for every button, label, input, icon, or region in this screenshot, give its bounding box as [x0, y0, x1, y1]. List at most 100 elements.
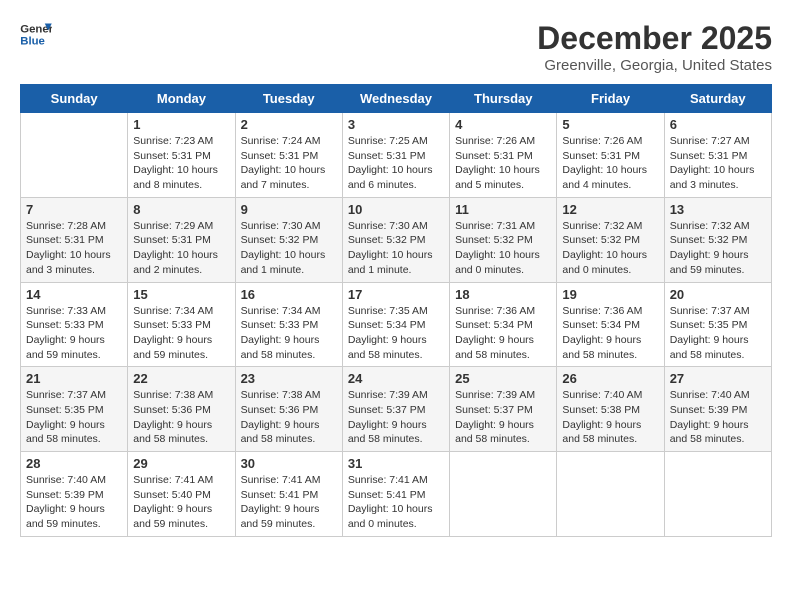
day-number: 2 [241, 117, 337, 132]
day-cell: 8 Sunrise: 7:29 AMSunset: 5:31 PMDaylight… [128, 197, 235, 282]
day-info: Sunrise: 7:26 AMSunset: 5:31 PMDaylight:… [562, 134, 658, 193]
day-cell: 5 Sunrise: 7:26 AMSunset: 5:31 PMDaylight… [557, 113, 664, 198]
day-info: Sunrise: 7:39 AMSunset: 5:37 PMDaylight:… [455, 388, 551, 447]
weekday-sunday: Sunday [21, 85, 128, 113]
day-info: Sunrise: 7:40 AMSunset: 5:39 PMDaylight:… [26, 473, 122, 532]
day-info: Sunrise: 7:41 AMSunset: 5:41 PMDaylight:… [348, 473, 444, 532]
day-info: Sunrise: 7:40 AMSunset: 5:38 PMDaylight:… [562, 388, 658, 447]
day-number: 25 [455, 371, 551, 386]
day-cell: 4 Sunrise: 7:26 AMSunset: 5:31 PMDaylight… [450, 113, 557, 198]
weekday-saturday: Saturday [664, 85, 771, 113]
day-cell: 28 Sunrise: 7:40 AMSunset: 5:39 PMDayligh… [21, 452, 128, 537]
day-info: Sunrise: 7:40 AMSunset: 5:39 PMDaylight:… [670, 388, 766, 447]
day-info: Sunrise: 7:37 AMSunset: 5:35 PMDaylight:… [26, 388, 122, 447]
day-info: Sunrise: 7:32 AMSunset: 5:32 PMDaylight:… [670, 219, 766, 278]
svg-text:Blue: Blue [20, 36, 45, 48]
day-number: 27 [670, 371, 766, 386]
day-number: 16 [241, 287, 337, 302]
day-info: Sunrise: 7:24 AMSunset: 5:31 PMDaylight:… [241, 134, 337, 193]
day-info: Sunrise: 7:33 AMSunset: 5:33 PMDaylight:… [26, 304, 122, 363]
day-number: 14 [26, 287, 122, 302]
day-cell [21, 113, 128, 198]
calendar-body: 1Sunrise: 7:23 AMSunset: 5:31 PMDaylight… [21, 113, 772, 537]
day-info: Sunrise: 7:39 AMSunset: 5:37 PMDaylight:… [348, 388, 444, 447]
day-number: 19 [562, 287, 658, 302]
day-info: Sunrise: 7:30 AMSunset: 5:32 PMDaylight:… [348, 219, 444, 278]
day-number: 22 [133, 371, 229, 386]
location: Greenville, Georgia, United States [537, 57, 772, 74]
day-number: 28 [26, 456, 122, 471]
day-cell [557, 452, 664, 537]
day-number: 15 [133, 287, 229, 302]
day-cell: 23 Sunrise: 7:38 AMSunset: 5:36 PMDayligh… [235, 367, 342, 452]
day-cell: 12 Sunrise: 7:32 AMSunset: 5:32 PMDayligh… [557, 197, 664, 282]
day-number: 9 [241, 202, 337, 217]
day-cell: 7Sunrise: 7:28 AMSunset: 5:31 PMDaylight… [21, 197, 128, 282]
day-cell: 10Sunrise: 7:30 AMSunset: 5:32 PMDayligh… [342, 197, 449, 282]
weekday-header-row: SundayMondayTuesdayWednesdayThursdayFrid… [21, 85, 772, 113]
day-cell [450, 452, 557, 537]
day-number: 23 [241, 371, 337, 386]
day-cell: 20Sunrise: 7:37 AMSunset: 5:35 PMDayligh… [664, 282, 771, 367]
day-cell: 26 Sunrise: 7:40 AMSunset: 5:38 PMDayligh… [557, 367, 664, 452]
day-info: Sunrise: 7:31 AMSunset: 5:32 PMDaylight:… [455, 219, 551, 278]
day-info: Sunrise: 7:35 AMSunset: 5:34 PMDaylight:… [348, 304, 444, 363]
day-cell: 11 Sunrise: 7:31 AMSunset: 5:32 PMDayligh… [450, 197, 557, 282]
day-info: Sunrise: 7:23 AMSunset: 5:31 PMDaylight:… [133, 134, 229, 193]
day-number: 30 [241, 456, 337, 471]
day-number: 8 [133, 202, 229, 217]
day-info: Sunrise: 7:37 AMSunset: 5:35 PMDaylight:… [670, 304, 766, 363]
day-cell: 14 Sunrise: 7:33 AMSunset: 5:33 PMDayligh… [21, 282, 128, 367]
day-number: 7 [26, 202, 122, 217]
day-cell: 30Sunrise: 7:41 AMSunset: 5:41 PMDayligh… [235, 452, 342, 537]
day-cell: 22Sunrise: 7:38 AMSunset: 5:36 PMDayligh… [128, 367, 235, 452]
weekday-friday: Friday [557, 85, 664, 113]
day-cell [664, 452, 771, 537]
day-cell: 6 Sunrise: 7:27 AMSunset: 5:31 PMDaylight… [664, 113, 771, 198]
day-cell: 13 Sunrise: 7:32 AMSunset: 5:32 PMDayligh… [664, 197, 771, 282]
day-info: Sunrise: 7:34 AMSunset: 5:33 PMDaylight:… [133, 304, 229, 363]
day-cell: 18 Sunrise: 7:36 AMSunset: 5:34 PMDayligh… [450, 282, 557, 367]
day-number: 26 [562, 371, 658, 386]
day-number: 4 [455, 117, 551, 132]
day-cell: 2 Sunrise: 7:24 AMSunset: 5:31 PMDaylight… [235, 113, 342, 198]
calendar-table: SundayMondayTuesdayWednesdayThursdayFrid… [20, 84, 772, 537]
day-info: Sunrise: 7:25 AMSunset: 5:31 PMDaylight:… [348, 134, 444, 193]
logo: General Blue [20, 20, 52, 48]
day-cell: 25 Sunrise: 7:39 AMSunset: 5:37 PMDayligh… [450, 367, 557, 452]
day-cell: 9 Sunrise: 7:30 AMSunset: 5:32 PMDaylight… [235, 197, 342, 282]
day-number: 29 [133, 456, 229, 471]
day-info: Sunrise: 7:36 AMSunset: 5:34 PMDaylight:… [455, 304, 551, 363]
page-header: General Blue December 2025 Greenville, G… [20, 20, 772, 74]
title-area: December 2025 Greenville, Georgia, Unite… [537, 20, 772, 74]
day-number: 3 [348, 117, 444, 132]
day-cell: 16 Sunrise: 7:34 AMSunset: 5:33 PMDayligh… [235, 282, 342, 367]
day-number: 11 [455, 202, 551, 217]
day-cell: 29Sunrise: 7:41 AMSunset: 5:40 PMDayligh… [128, 452, 235, 537]
month-title: December 2025 [537, 20, 772, 57]
day-cell: 24Sunrise: 7:39 AMSunset: 5:37 PMDayligh… [342, 367, 449, 452]
day-info: Sunrise: 7:36 AMSunset: 5:34 PMDaylight:… [562, 304, 658, 363]
day-info: Sunrise: 7:34 AMSunset: 5:33 PMDaylight:… [241, 304, 337, 363]
day-number: 12 [562, 202, 658, 217]
day-info: Sunrise: 7:30 AMSunset: 5:32 PMDaylight:… [241, 219, 337, 278]
day-info: Sunrise: 7:38 AMSunset: 5:36 PMDaylight:… [241, 388, 337, 447]
day-number: 6 [670, 117, 766, 132]
day-info: Sunrise: 7:26 AMSunset: 5:31 PMDaylight:… [455, 134, 551, 193]
day-number: 13 [670, 202, 766, 217]
day-info: Sunrise: 7:29 AMSunset: 5:31 PMDaylight:… [133, 219, 229, 278]
day-number: 21 [26, 371, 122, 386]
day-info: Sunrise: 7:27 AMSunset: 5:31 PMDaylight:… [670, 134, 766, 193]
day-cell: 1Sunrise: 7:23 AMSunset: 5:31 PMDaylight… [128, 113, 235, 198]
week-row-4: 21 Sunrise: 7:37 AMSunset: 5:35 PMDayligh… [21, 367, 772, 452]
day-info: Sunrise: 7:32 AMSunset: 5:32 PMDaylight:… [562, 219, 658, 278]
day-number: 5 [562, 117, 658, 132]
day-number: 18 [455, 287, 551, 302]
day-cell: 3 Sunrise: 7:25 AMSunset: 5:31 PMDaylight… [342, 113, 449, 198]
day-number: 17 [348, 287, 444, 302]
weekday-wednesday: Wednesday [342, 85, 449, 113]
week-row-1: 1Sunrise: 7:23 AMSunset: 5:31 PMDaylight… [21, 113, 772, 198]
day-cell: 17 Sunrise: 7:35 AMSunset: 5:34 PMDayligh… [342, 282, 449, 367]
weekday-thursday: Thursday [450, 85, 557, 113]
weekday-tuesday: Tuesday [235, 85, 342, 113]
